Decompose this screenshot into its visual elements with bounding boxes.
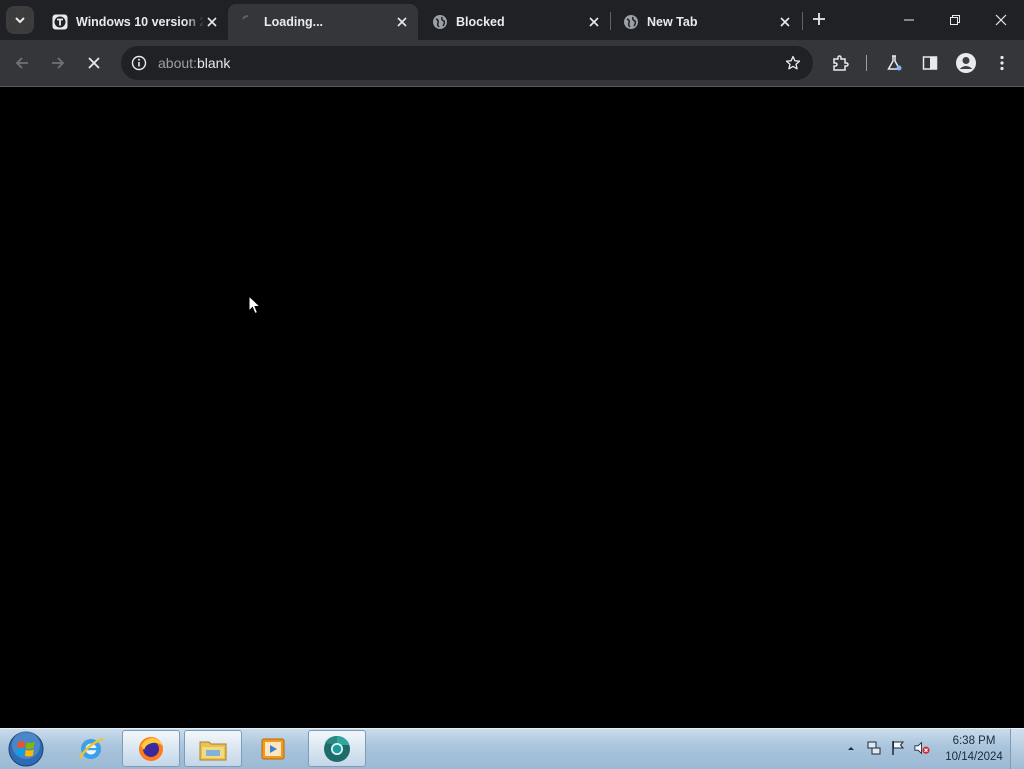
stop-loading-button[interactable] (80, 49, 108, 77)
url-path: blank (196, 55, 231, 71)
tab-title: New Tab (647, 15, 698, 29)
close-icon (995, 14, 1007, 26)
start-button[interactable] (6, 730, 46, 768)
taskbar-media-player[interactable] (244, 730, 302, 767)
tab-search-button[interactable] (6, 6, 34, 34)
puzzle-icon (833, 55, 849, 71)
tab-strip: Windows 10 version 2 Loading... Blocked … (0, 0, 1024, 40)
tab-title: Blocked (456, 15, 505, 29)
restore-icon (950, 15, 960, 25)
flag-icon (892, 741, 905, 755)
globe-icon (432, 14, 448, 30)
url-scheme: about: (158, 55, 197, 71)
tab-windows-10[interactable]: Windows 10 version 2 (40, 4, 228, 40)
profile-button[interactable] (952, 49, 980, 77)
more-vert-icon (1000, 55, 1004, 71)
windows-start-icon (8, 731, 44, 767)
clock-date: 10/14/2024 (945, 751, 1003, 763)
close-tab-icon[interactable] (777, 14, 793, 30)
taskbar-chrome-dev[interactable] (308, 730, 366, 767)
arrow-left-icon (15, 57, 28, 69)
close-tab-icon[interactable] (204, 14, 220, 30)
close-tab-icon[interactable] (586, 14, 602, 30)
firefox-icon (139, 736, 163, 761)
plus-icon (813, 13, 825, 25)
tray-overflow-button[interactable] (843, 739, 859, 757)
side-panel-icon (922, 56, 938, 70)
internet-explorer-icon (78, 737, 104, 759)
browser-toolbar: about:blank (0, 40, 1024, 87)
side-panel-button[interactable] (916, 49, 944, 77)
back-button[interactable] (8, 49, 36, 77)
media-player-icon (261, 738, 285, 759)
new-tab-button[interactable] (808, 8, 830, 30)
toolbar-divider (866, 55, 867, 71)
globe-icon (623, 14, 639, 30)
clock-time: 6:38 PM (952, 735, 996, 747)
menu-button[interactable] (988, 49, 1016, 77)
extensions-button[interactable] (826, 49, 854, 77)
minimize-icon (904, 19, 914, 21)
network-icon (867, 741, 881, 755)
tab-loading[interactable]: Loading... (228, 4, 418, 40)
avatar-icon (956, 53, 976, 73)
show-desktop-button[interactable] (1010, 729, 1024, 769)
tab-separator (802, 12, 803, 30)
arrow-right-icon (52, 57, 65, 69)
tab-blocked[interactable]: Blocked (420, 4, 610, 40)
tab-new-tab[interactable]: New Tab (611, 4, 801, 40)
close-tab-icon[interactable] (394, 14, 410, 30)
tray-action-center[interactable] (890, 739, 906, 757)
forward-button[interactable] (44, 49, 72, 77)
labs-button[interactable] (880, 49, 908, 77)
bookmark-star-icon[interactable] (783, 53, 803, 73)
close-icon (88, 57, 100, 69)
info-icon[interactable] (129, 53, 149, 73)
taskbar-firefox[interactable] (122, 730, 180, 767)
tab-title: Loading... (264, 15, 324, 29)
loading-spinner-icon (240, 14, 256, 30)
chevron-down-icon (15, 17, 25, 24)
site-t-icon (52, 14, 68, 30)
close-window-button[interactable] (978, 0, 1024, 40)
flask-icon (887, 55, 902, 71)
mouse-cursor-icon (248, 295, 262, 315)
minimize-button[interactable] (886, 0, 932, 40)
chrome-dev-icon (324, 735, 350, 762)
windows-taskbar: 6:38 PM 10/14/2024 (0, 728, 1024, 769)
url-text[interactable]: about:blank (158, 55, 230, 71)
file-explorer-icon (199, 741, 227, 760)
taskbar-file-explorer[interactable] (184, 730, 242, 767)
address-bar[interactable]: about:blank (121, 46, 813, 80)
tray-volume[interactable] (914, 739, 930, 757)
taskbar-internet-explorer[interactable] (62, 730, 120, 767)
tab-title: Windows 10 version 2 (76, 15, 204, 29)
restore-button[interactable] (932, 0, 978, 40)
page-content[interactable] (0, 87, 1024, 728)
chevron-up-icon (848, 747, 854, 750)
tray-network[interactable] (866, 739, 882, 757)
taskbar-clock[interactable]: 6:38 PM 10/14/2024 (938, 733, 1010, 765)
volume-muted-icon (914, 741, 930, 755)
